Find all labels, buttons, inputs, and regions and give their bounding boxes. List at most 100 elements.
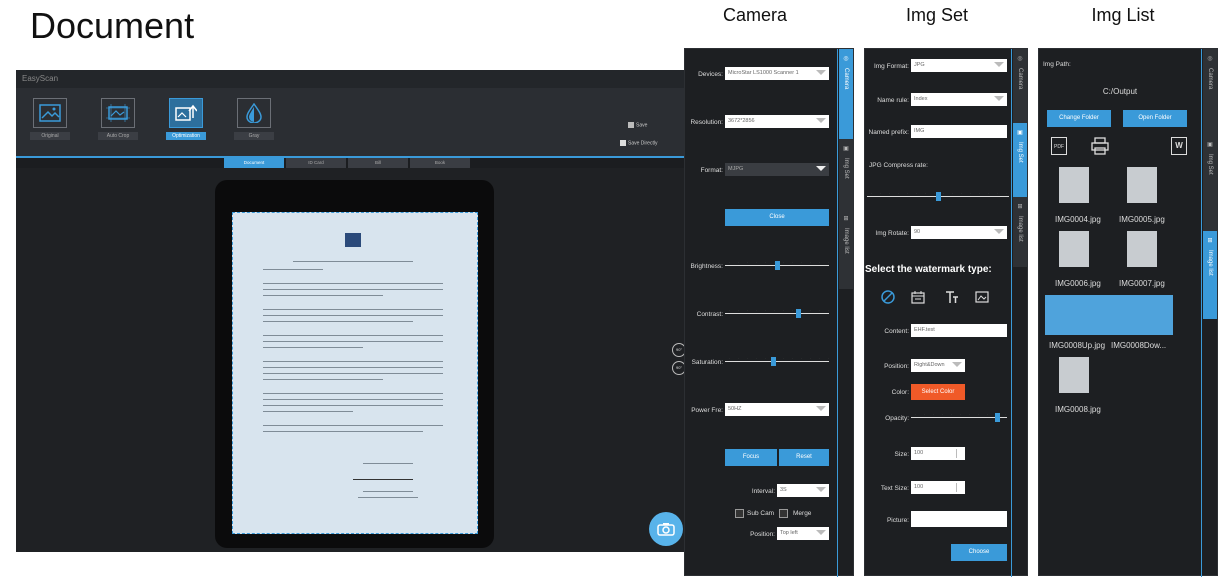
tab-id-card[interactable]: ID Card xyxy=(286,158,346,168)
tab-camera[interactable]: ◎ Camera xyxy=(1203,49,1217,135)
toolbar: Original Auto Crop Optimization Gray Sav… xyxy=(16,88,686,158)
thumbnail[interactable] xyxy=(1127,231,1157,267)
tab-image-list[interactable]: ⊞ Image list xyxy=(839,209,853,289)
tab-document[interactable]: Document xyxy=(224,158,284,168)
slider-thumb[interactable] xyxy=(775,261,780,270)
camera-heading: Camera xyxy=(722,5,788,25)
thumbnail[interactable] xyxy=(1059,167,1089,203)
brightness-slider[interactable] xyxy=(725,261,829,270)
merge-label: Merge xyxy=(793,510,812,517)
file-name: IMG0004.jpg xyxy=(1055,215,1101,224)
seal-icon xyxy=(345,233,361,247)
open-folder-button[interactable]: Open Folder xyxy=(1123,110,1187,127)
thumbnail[interactable] xyxy=(1127,167,1157,203)
grid-tab-icon: ⊞ xyxy=(1207,238,1213,244)
tab-img-set[interactable]: ▣ Img Set xyxy=(1203,135,1217,231)
content-label: Content: xyxy=(884,328,909,335)
interval-select[interactable]: 3S xyxy=(777,484,829,497)
slider-thumb[interactable] xyxy=(770,357,776,366)
camera-tab-icon: ◎ xyxy=(1207,56,1213,62)
select-color-button[interactable]: Select Color xyxy=(911,384,965,400)
choose-button[interactable]: Choose xyxy=(951,544,1007,561)
print-icon[interactable] xyxy=(1091,137,1109,155)
name-rule-select[interactable]: Index xyxy=(911,93,1007,106)
saturation-label: Saturation: xyxy=(691,359,723,366)
save-directly-checkbox[interactable]: Save Directly xyxy=(620,140,657,146)
subcam-label: Sub Cam xyxy=(747,510,775,517)
settings-tab-icon: ▣ xyxy=(843,146,849,152)
prefix-input[interactable]: IMG xyxy=(911,125,1007,138)
jpg-rate-label: JPG Compress rate: xyxy=(869,162,928,169)
focus-button[interactable]: Focus xyxy=(725,449,777,466)
thumbnail[interactable] xyxy=(1059,231,1089,267)
content-input[interactable]: EHF.test xyxy=(911,324,1007,337)
save-button[interactable]: Save xyxy=(628,122,647,128)
resolution-select[interactable]: 3672*2856 xyxy=(725,115,829,128)
check-icon xyxy=(620,140,626,146)
file-name: IMG0005.jpg xyxy=(1119,215,1165,224)
chevron-down-icon xyxy=(994,96,1004,101)
tab-img-set[interactable]: ▣ Img Set xyxy=(839,139,853,209)
text-size-stepper[interactable]: 100 xyxy=(911,481,965,494)
chevron-down-icon xyxy=(994,62,1004,67)
imgset-panel: ◎ Camera ▣ Img Set ⊞ Image list Img Format:… xyxy=(864,48,1028,577)
saturation-slider[interactable] xyxy=(725,357,829,366)
slider-thumb[interactable] xyxy=(995,413,1001,422)
file-name: IMG0008.jpg xyxy=(1055,405,1101,414)
chevron-down-icon xyxy=(994,229,1004,234)
picture-input[interactable] xyxy=(911,511,1007,527)
thumbnail[interactable] xyxy=(1111,297,1169,333)
thumbnail[interactable] xyxy=(1047,297,1105,333)
devices-label: Devices: xyxy=(698,71,723,78)
word-icon[interactable]: W xyxy=(1171,137,1187,155)
camera-icon xyxy=(657,523,675,536)
tab-bill[interactable]: Bill xyxy=(348,158,408,168)
format-select[interactable]: MJPG xyxy=(725,163,829,176)
date-watermark-icon[interactable] xyxy=(911,290,925,304)
size-stepper[interactable]: 100 xyxy=(911,447,965,460)
chevron-down-icon xyxy=(816,70,826,75)
devices-select[interactable]: MicroStar LS1000 Scanner 1 xyxy=(725,67,829,80)
img-rotate-select[interactable]: 90 xyxy=(911,226,1007,239)
tool-auto-crop[interactable]: Auto Crop xyxy=(98,98,138,140)
tool-original[interactable]: Original xyxy=(30,98,70,140)
color-label: Color: xyxy=(891,389,909,396)
document-preview xyxy=(232,212,478,534)
close-button[interactable]: Close xyxy=(725,209,829,226)
img-path-label: Img Path: xyxy=(1043,61,1071,68)
tab-camera[interactable]: ◎ Camera xyxy=(839,49,853,139)
thumbnail[interactable] xyxy=(1059,357,1089,393)
no-watermark-icon[interactable] xyxy=(881,290,895,304)
subcam-checkbox[interactable] xyxy=(735,509,744,518)
imglist-heading: Img List xyxy=(1091,5,1155,25)
change-folder-button[interactable]: Change Folder xyxy=(1047,110,1111,127)
power-select[interactable]: 50HZ xyxy=(725,403,829,416)
image-watermark-icon[interactable] xyxy=(975,290,989,304)
slider-thumb[interactable] xyxy=(795,309,801,318)
file-name: IMG0008Dow... xyxy=(1111,341,1167,350)
capture-button[interactable] xyxy=(649,512,683,546)
brightness-label: Brightness: xyxy=(690,263,723,270)
pdf-icon[interactable]: PDF xyxy=(1051,137,1067,155)
tool-optimization[interactable]: Optimization xyxy=(166,98,206,140)
prefix-label: Named prefix: xyxy=(868,129,909,136)
opacity-slider[interactable] xyxy=(911,413,1007,422)
merge-checkbox[interactable] xyxy=(779,509,788,518)
slider-thumb[interactable] xyxy=(936,192,941,201)
opacity-label: Opacity: xyxy=(885,415,909,422)
tool-gray[interactable]: Gray xyxy=(234,98,274,140)
text-watermark-icon[interactable] xyxy=(945,290,959,304)
tab-image-list[interactable]: ⊞ Image list xyxy=(1013,197,1027,267)
tab-book[interactable]: Book xyxy=(410,158,470,168)
position-select[interactable]: Top left xyxy=(777,527,829,540)
tablet-image xyxy=(215,180,494,548)
reset-button[interactable]: Reset xyxy=(779,449,829,466)
jpg-rate-slider[interactable] xyxy=(867,192,1009,201)
tab-camera[interactable]: ◎ Camera xyxy=(1013,49,1027,123)
contrast-slider[interactable] xyxy=(725,309,829,318)
img-format-select[interactable]: JPG xyxy=(911,59,1007,72)
tab-image-list[interactable]: ⊞ Image list xyxy=(1203,231,1217,319)
tab-img-set[interactable]: ▣ Img Set xyxy=(1013,123,1027,197)
enhance-icon xyxy=(169,98,203,128)
wm-position-select[interactable]: Right&Down xyxy=(911,359,965,372)
